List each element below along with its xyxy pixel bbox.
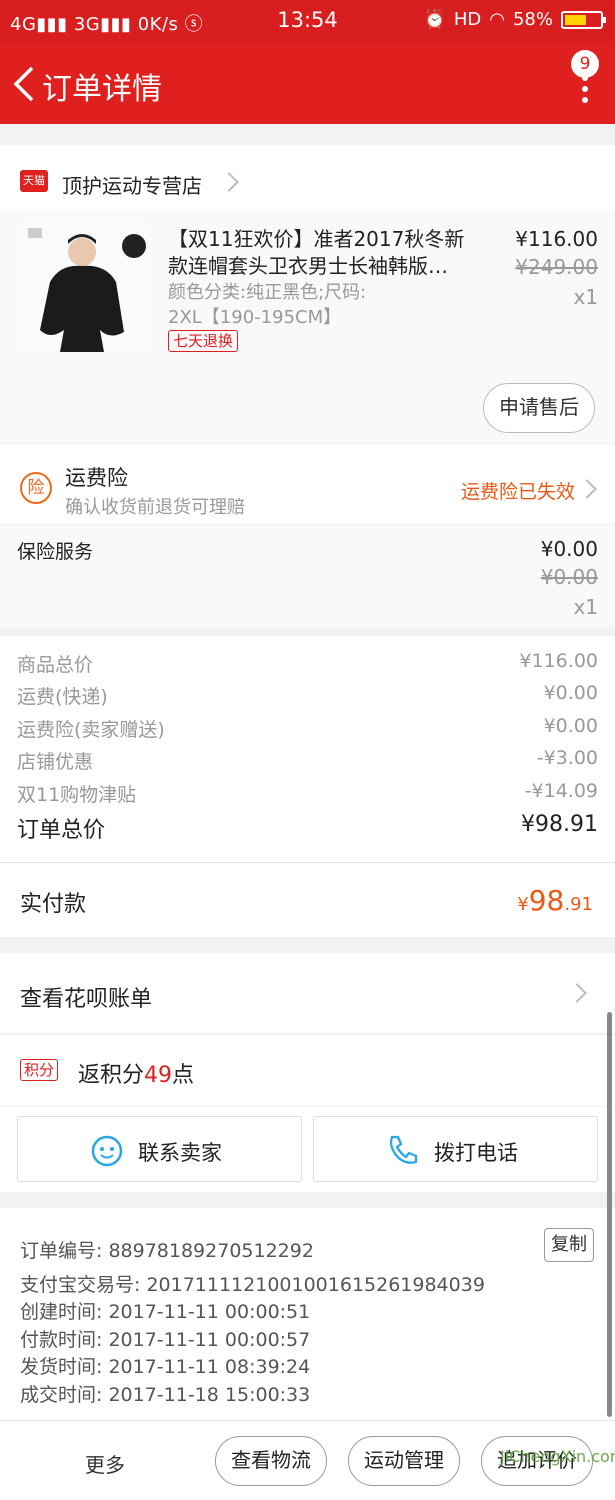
phone-icon — [389, 1135, 418, 1164]
paid-label: 实付款 — [20, 892, 87, 917]
hd-label: HD — [453, 9, 482, 30]
product-quantity: x1 — [573, 285, 598, 309]
status-right: ⏰ HD ◠ 58% — [423, 9, 606, 30]
order-number: 订单编号: 88978189270512292 — [20, 1240, 314, 1262]
chat-face-icon — [91, 1135, 123, 1167]
created-time: 创建时间: 2017-11-11 00:00:51 — [20, 1301, 311, 1323]
shop-name[interactable]: 顶护运动专营店 — [62, 170, 202, 199]
order-total-row: 订单总价 ¥98.91 — [17, 812, 598, 843]
apply-aftersale-button[interactable]: 申请售后 — [483, 383, 595, 433]
seven-day-return-tag: 七天退换 — [168, 330, 239, 352]
alarm-icon: ⏰ — [423, 9, 446, 30]
wifi-icon: ◠ — [489, 9, 505, 30]
battery-percent: 58% — [512, 9, 553, 30]
paid-amount: ¥98.91 — [517, 884, 593, 917]
paid-time: 付款时间: 2017-11-11 00:00:57 — [20, 1329, 311, 1351]
alipay-trade-number: 支付宝交易号: 2017111121001001615261984039 — [20, 1274, 485, 1296]
product-image[interactable] — [20, 222, 150, 352]
product-price: ¥116.00 — [515, 227, 598, 251]
summary-row: 运费(快递) ¥0.00 — [17, 682, 598, 708]
huabei-label[interactable]: 查看花呗账单 — [20, 981, 152, 1013]
freight-insurance-status[interactable]: 运费险已失效 — [461, 477, 575, 504]
app-header: 订单详情 9 — [0, 42, 615, 124]
watermark-text: JiChengXin.com — [500, 1447, 615, 1466]
points-badge: 积分 — [20, 1059, 59, 1081]
summary-row: 商品总价 ¥116.00 — [17, 650, 598, 676]
summary-row: 双11购物津贴 -¥14.09 — [17, 780, 598, 806]
completed-time: 成交时间: 2017-11-18 15:00:33 — [20, 1384, 311, 1406]
insurance-quantity: x1 — [573, 595, 598, 619]
insurance-price: ¥0.00 — [540, 537, 598, 561]
message-count-badge: 9 — [571, 50, 599, 78]
divider — [0, 130, 615, 140]
points-text: 返积分49点 — [78, 1063, 195, 1088]
call-phone-button[interactable]: 拨打电话 — [313, 1116, 598, 1182]
summary-row: 运费险(卖家赠送) ¥0.00 — [17, 715, 598, 741]
sport-management-button[interactable]: 运动管理 — [348, 1436, 460, 1486]
scrollbar[interactable] — [607, 1012, 612, 1417]
contact-seller-label: 联系卖家 — [138, 1141, 222, 1165]
back-arrow-icon[interactable] — [10, 64, 40, 104]
product-spec: 颜色分类:纯正黑色;尺码: 2XL【190-195CM】 — [168, 282, 367, 328]
product-title[interactable]: 【双11狂欢价】准者2017秋冬新款连帽套头卫衣男士长袖韩版… — [168, 226, 473, 280]
shipped-time: 发货时间: 2017-11-11 08:39:24 — [20, 1356, 311, 1378]
battery-icon — [561, 10, 606, 29]
copy-order-number-button[interactable]: 复制 — [544, 1228, 594, 1262]
call-phone-label: 拨打电话 — [434, 1141, 518, 1165]
view-logistics-button[interactable]: 查看物流 — [215, 1436, 327, 1486]
insurance-original-price: ¥0.00 — [540, 565, 598, 589]
more-button[interactable]: 更多 — [85, 1449, 125, 1478]
insurance-service-label: 保险服务 — [17, 541, 94, 563]
freight-insurance-title: 运费险 — [65, 466, 128, 490]
contact-seller-button[interactable]: 联系卖家 — [17, 1116, 302, 1182]
summary-row: 店铺优惠 -¥3.00 — [17, 747, 598, 773]
insurance-icon: 险 — [20, 472, 52, 504]
freight-insurance-subtitle: 确认收货前退货可理赔 — [65, 497, 245, 518]
product-original-price: ¥249.00 — [515, 255, 598, 279]
page-title: 订单详情 — [42, 72, 162, 107]
tmall-badge: 天猫 — [20, 170, 48, 192]
status-bar: 4G▮▮▮ 3G▮▮▮ 0K/s ⓢ 13:54 ⏰ HD ◠ 58% — [0, 0, 615, 42]
hoodie-photo — [20, 222, 150, 352]
